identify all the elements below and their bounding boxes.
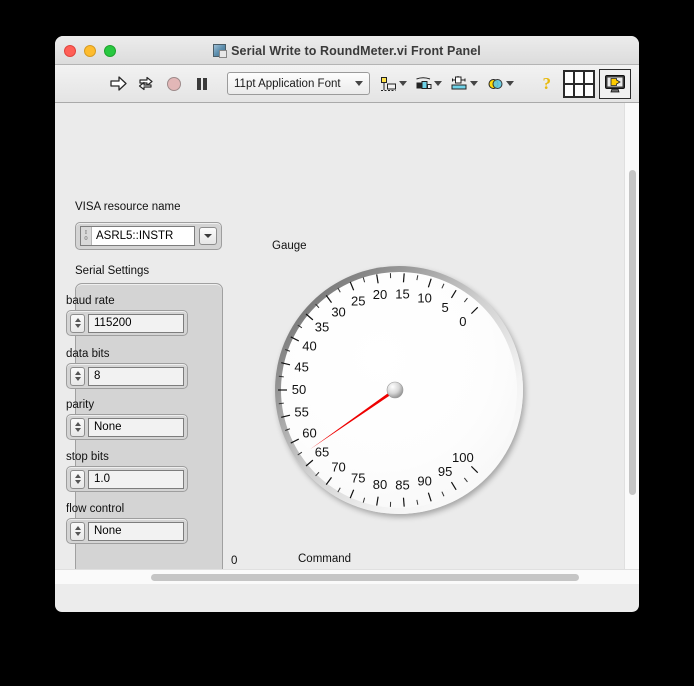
front-panel-canvas: VISA resource name I 0 ASRL5::INSTR Seri… [55, 103, 639, 584]
serial-settings-label: Serial Settings [75, 265, 150, 277]
run-continuously-icon[interactable] [133, 71, 159, 97]
gauge-tick-label: 50 [292, 382, 306, 397]
visa-resource-name-label: VISA resource name [75, 201, 181, 213]
gauge-tick-label: 70 [331, 460, 345, 475]
align-objects-icon[interactable] [380, 76, 407, 92]
stop-bits-label: stop bits [66, 451, 109, 463]
gauge-tick-label: 100 [452, 450, 474, 465]
horizontal-scrollbar-thumb[interactable] [151, 574, 579, 581]
chevron-down-icon [355, 81, 363, 86]
baud-rate-value[interactable]: 115200 [88, 313, 184, 333]
run-arrow-icon[interactable] [105, 71, 131, 97]
field-group-parity: parity None [66, 399, 188, 440]
stop-bits-value[interactable]: 1.0 [88, 469, 184, 489]
flow-control-numeric-display: 0 [231, 555, 238, 567]
visa-resource-name-control[interactable]: I 0 ASRL5::INSTR [75, 222, 222, 250]
visa-dropdown-button[interactable] [199, 227, 217, 245]
gauge-tick-label: 25 [351, 293, 365, 308]
gauge-tick-label: 95 [438, 464, 452, 479]
vertical-scrollbar[interactable] [624, 103, 639, 584]
field-group-flow-control: flow control None [66, 503, 188, 544]
gauge-tick-label: 75 [351, 471, 365, 486]
command-label: Command [298, 553, 352, 565]
window-title: Serial Write to RoundMeter.vi Front Pane… [231, 43, 481, 58]
pause-icon[interactable] [189, 71, 215, 97]
chevron-down-icon [204, 234, 212, 238]
vi-front-panel-icon [213, 44, 228, 58]
stop-bits-control[interactable]: 1.0 [66, 466, 188, 492]
reorder-objects-icon[interactable] [486, 76, 514, 92]
gauge-tick-label: 35 [315, 320, 329, 335]
field-group-data-bits: data bits 8 [66, 348, 188, 389]
parity-value[interactable]: None [88, 417, 184, 437]
chevron-down-icon [399, 81, 407, 86]
vi-toolbar: 11pt Application Font ? [55, 65, 639, 103]
resize-objects-icon[interactable] [450, 75, 478, 92]
chevron-down-icon [506, 81, 514, 86]
vertical-scrollbar-thumb[interactable] [629, 170, 636, 495]
gauge-meter[interactable]: 0 5 10 15 20 25 30 35 40 45 50 55 60 65 70 75 80 85 90 95 10… [263, 258, 527, 522]
gauge-tick-label: 60 [302, 426, 316, 441]
field-group-stop-bits: stop bits 1.0 [66, 451, 188, 492]
grid-icon[interactable] [563, 69, 595, 98]
horizontal-scrollbar[interactable] [55, 569, 639, 584]
gauge-tick-label: 20 [373, 287, 387, 302]
gauge-tick-label: 90 [417, 473, 431, 488]
baud-rate-stepper[interactable] [70, 313, 85, 333]
io-glyph-icon: I 0 [81, 227, 92, 245]
gauge-tick-label: 15 [395, 286, 409, 301]
flow-control-value[interactable]: None [88, 521, 184, 541]
visa-resource-name-input[interactable]: I 0 ASRL5::INSTR [80, 226, 195, 246]
baud-rate-label: baud rate [66, 295, 115, 307]
gauge-tick-label: 65 [315, 444, 329, 459]
parity-control[interactable]: None [66, 414, 188, 440]
gauge-tick-label: 85 [395, 478, 409, 493]
gauge-tick-label: 40 [302, 338, 316, 353]
gauge-needle [309, 386, 398, 450]
labview-window-icon[interactable] [599, 68, 631, 99]
io-glyph-bottom: 0 [84, 235, 88, 242]
flow-control-label: flow control [66, 503, 125, 515]
field-group-baud-rate: baud rate 115200 [66, 295, 188, 336]
close-button[interactable] [64, 45, 76, 57]
flow-control-control[interactable]: None [66, 518, 188, 544]
gauge-tick-label: 10 [417, 291, 431, 306]
chevron-down-icon [470, 81, 478, 86]
labview-window: Serial Write to RoundMeter.vi Front Pane… [55, 36, 639, 612]
font-selector[interactable]: 11pt Application Font [227, 72, 370, 95]
gauge-tick-label: 30 [331, 304, 345, 319]
gauge-hub [386, 381, 404, 399]
flow-control-stepper[interactable] [70, 521, 85, 541]
baud-rate-control[interactable]: 115200 [66, 310, 188, 336]
gauge-tick-label: 45 [294, 360, 308, 375]
gauge-label: Gauge [272, 240, 307, 252]
gauge-tick-label: 80 [373, 477, 387, 492]
window-titlebar: Serial Write to RoundMeter.vi Front Pane… [55, 36, 639, 65]
help-icon[interactable]: ? [543, 74, 552, 94]
data-bits-control[interactable]: 8 [66, 363, 188, 389]
gauge-tick-label: 0 [459, 314, 466, 329]
chevron-down-icon [434, 81, 442, 86]
parity-label: parity [66, 399, 95, 411]
abort-execution-icon[interactable] [161, 71, 187, 97]
gauge-tick-label: 5 [442, 300, 449, 315]
visa-resource-name-value: ASRL5::INSTR [96, 230, 174, 242]
stop-bits-stepper[interactable] [70, 469, 85, 489]
gauge-scale: 05 10 15 20 25 3035 40 45 50 55 60 6570 75 80 85 90 9510… [278, 273, 479, 507]
font-selector-label: 11pt Application Font [234, 77, 341, 90]
data-bits-value[interactable]: 8 [88, 366, 184, 386]
distribute-objects-icon[interactable] [415, 76, 442, 92]
parity-stepper[interactable] [70, 417, 85, 437]
data-bits-stepper[interactable] [70, 366, 85, 386]
gauge-tick-label: 55 [294, 404, 308, 419]
maximize-button[interactable] [104, 45, 116, 57]
minimize-button[interactable] [84, 45, 96, 57]
data-bits-label: data bits [66, 348, 110, 360]
